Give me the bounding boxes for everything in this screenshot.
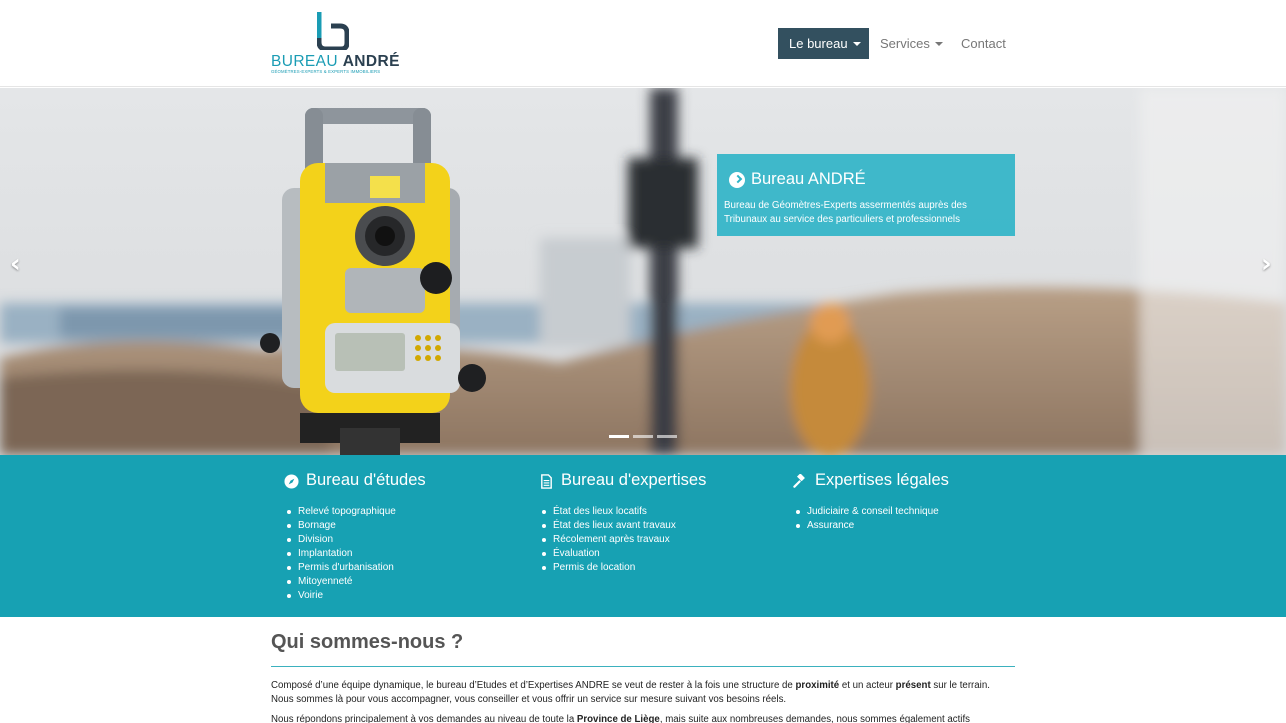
service-link[interactable]: Assurance: [793, 519, 1033, 533]
service-link[interactable]: Implantation: [284, 547, 524, 561]
carousel-next-button[interactable]: ›: [1261, 251, 1272, 277]
service-link[interactable]: État des lieux avant travaux: [539, 519, 779, 533]
logo-name: BUREAU ANDRÉ: [271, 53, 400, 70]
about-section: Qui sommes-nous ? Composé d’une équipe d…: [271, 617, 1015, 723]
carousel-caption: Bureau ANDRÉ Bureau de Géomètres-Experts…: [717, 154, 1015, 236]
about-divider: [271, 666, 1015, 667]
caption-text: Bureau de Géomètres-Experts assermentés …: [724, 200, 967, 225]
document-icon: [541, 474, 552, 489]
service-link[interactable]: Évaluation: [539, 547, 779, 561]
services-band: Bureau d'études Relevé topographique Born…: [0, 455, 1286, 617]
service-link[interactable]: Division: [284, 533, 524, 547]
services-col-etudes: Bureau d'études Relevé topographique Born…: [284, 471, 524, 603]
service-link[interactable]: Permis d'urbanisation: [284, 561, 524, 575]
service-link[interactable]: Relevé topographique: [284, 505, 524, 519]
chevron-circle-right-icon: [729, 172, 745, 188]
services-col-heading[interactable]: Bureau d'expertises: [539, 471, 779, 493]
caret-down-icon: [852, 41, 861, 46]
hero-carousel: Bureau ANDRÉ Bureau de Géomètres-Experts…: [0, 88, 1286, 455]
service-link[interactable]: Récolement après travaux: [539, 533, 779, 547]
services-col-expertises: Bureau d'expertises État des lieux locat…: [539, 471, 779, 575]
carousel-indicator-3[interactable]: [657, 435, 677, 438]
gavel-icon: [793, 474, 805, 488]
services-list-legales: Judiciaire & conseil technique Assurance: [793, 505, 1033, 533]
navbar: BUREAU ANDRÉ GÉOMÈTRES-EXPERTS & EXPERTS…: [0, 0, 1286, 87]
caption-title: Bureau ANDRÉ: [751, 170, 866, 188]
services-list-etudes: Relevé topographique Bornage Division Impla…: [284, 505, 524, 603]
nav-item-le-bureau[interactable]: Le bureau: [778, 28, 869, 59]
services-col-heading[interactable]: Bureau d'études: [284, 471, 524, 493]
caret-down-icon: [934, 41, 943, 46]
compass-icon: [284, 474, 299, 489]
service-link[interactable]: État des lieux locatifs: [539, 505, 779, 519]
services-col-legales: Expertises légales Judiciaire & conseil …: [793, 471, 1033, 533]
logo-mark-icon: [317, 12, 349, 50]
service-link[interactable]: Bornage: [284, 519, 524, 533]
hero-image: [0, 88, 1286, 455]
nav-item-contact[interactable]: Contact: [951, 28, 1013, 59]
about-title: Qui sommes-nous ?: [271, 631, 464, 653]
service-link[interactable]: Judiciaire & conseil technique: [793, 505, 1033, 519]
service-link[interactable]: Mitoyenneté: [284, 575, 524, 589]
service-link[interactable]: Voirie: [284, 589, 524, 603]
carousel-indicator-2[interactable]: [633, 435, 653, 438]
carousel-prev-button[interactable]: ‹: [10, 251, 21, 277]
service-link[interactable]: Permis de location: [539, 561, 779, 575]
about-paragraph-1: Composé d’une équipe dynamique, le burea…: [271, 680, 990, 705]
services-list-expertises: État des lieux locatifs État des lieux av…: [539, 505, 779, 575]
nav-item-services[interactable]: Services: [871, 28, 949, 59]
brand-logo[interactable]: BUREAU ANDRÉ GÉOMÈTRES-EXPERTS & EXPERTS…: [271, 12, 399, 74]
carousel-indicator-1[interactable]: [609, 435, 629, 438]
services-col-heading[interactable]: Expertises légales: [793, 471, 1033, 493]
logo-tagline: GÉOMÈTRES-EXPERTS & EXPERTS IMMOBILIERS: [271, 69, 381, 74]
about-paragraph-2: Nous répondons principalement à vos dema…: [271, 714, 970, 723]
